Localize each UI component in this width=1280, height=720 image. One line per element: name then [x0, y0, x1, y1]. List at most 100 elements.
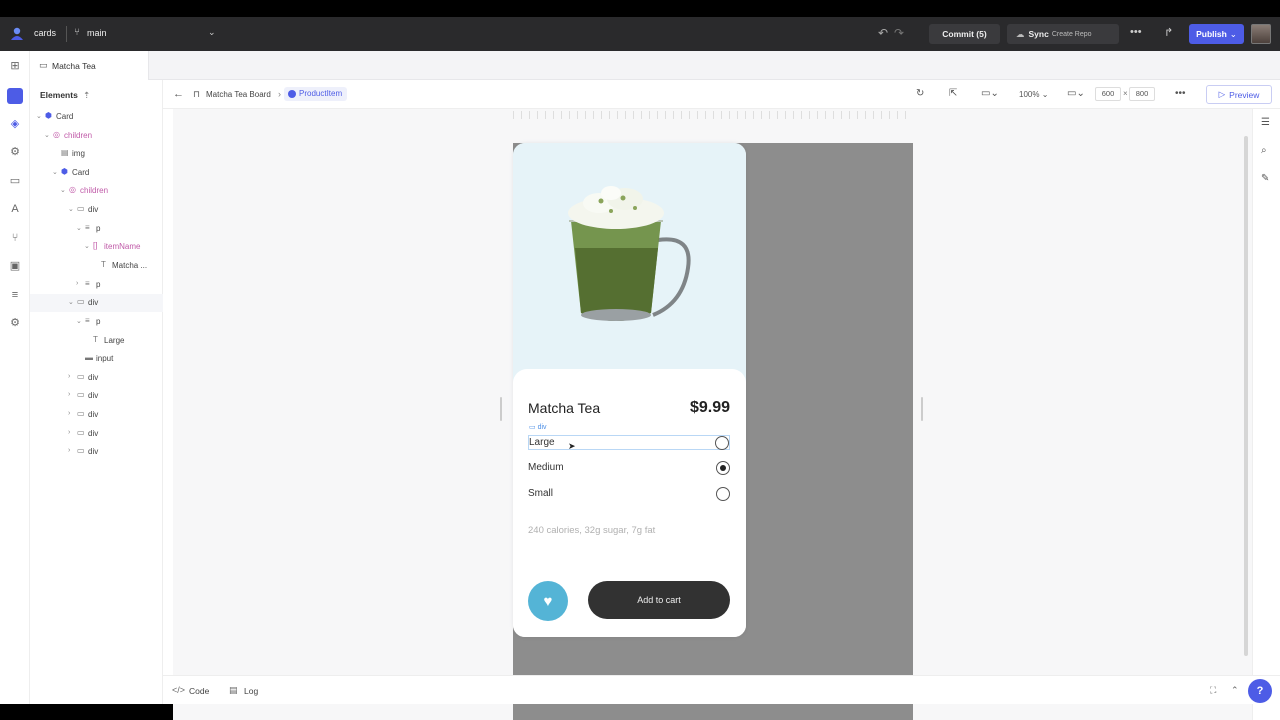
share-icon[interactable]: ↱ [1164, 26, 1173, 39]
height-input[interactable]: 800 [1129, 87, 1155, 101]
chevron-down-icon: ⌄ [1229, 28, 1237, 39]
breadcrumb-board[interactable]: Matcha Tea Board [206, 90, 271, 99]
tree-node-p[interactable]: ⌄ ≡ p [30, 313, 163, 331]
tree-node-div[interactable]: › ▭ div [30, 369, 163, 387]
redo-icon[interactable]: ↷ [894, 26, 904, 40]
sync-button[interactable]: ☁ Sync Create Repo [1007, 24, 1119, 44]
tree-node-card[interactable]: ⌄ ⬢ Card [30, 164, 163, 182]
open-external-icon[interactable]: ⇱ [949, 88, 957, 99]
chevron-down-icon[interactable]: ⌄ [208, 27, 216, 38]
product-image[interactable] [513, 143, 746, 387]
chevron-down-icon[interactable]: ⌄ [68, 298, 74, 306]
terminal-icon[interactable]: ▣ [8, 259, 22, 273]
chevron-down-icon[interactable]: ⌄ [84, 242, 90, 250]
settings-icon[interactable]: ⚙ [8, 316, 22, 330]
size-option-small[interactable]: Small [528, 487, 730, 502]
chevron-down-icon[interactable]: ⌄ [68, 205, 74, 213]
tree-node-card[interactable]: ⌄ ⬢ Card [30, 108, 163, 126]
canvas-scrollbar[interactable] [1244, 136, 1248, 656]
grid-icon[interactable]: ⊞ [8, 59, 22, 73]
tree-node-text[interactable]: T Matcha ... [30, 257, 163, 275]
assets-icon[interactable]: ⚙ [8, 145, 22, 159]
database-icon[interactable]: ≡ [8, 288, 22, 302]
radio-medium[interactable] [716, 461, 730, 475]
chevron-up-icon[interactable]: ⌃ [1231, 685, 1239, 696]
tree-node-p[interactable]: › ≡ p [30, 276, 163, 294]
chevron-right-icon[interactable]: › [68, 410, 70, 417]
tree-node-div[interactable]: › ▭ div [30, 406, 163, 424]
more-icon[interactable]: ••• [1130, 26, 1142, 38]
more-icon[interactable]: ••• [1175, 88, 1186, 99]
size-option-medium[interactable]: Medium [528, 461, 730, 476]
breadcrumb-component[interactable]: ProductItem [284, 87, 348, 101]
image-icon: ▤ [61, 148, 69, 157]
chevron-right-icon[interactable]: › [68, 391, 70, 398]
box-icon: ▭ [77, 204, 85, 213]
project-name[interactable]: cards [34, 28, 56, 38]
tree-node-input[interactable]: ▬ input [30, 350, 163, 368]
preview-button[interactable]: ▷ Preview [1206, 85, 1272, 104]
width-input[interactable]: 600 [1095, 87, 1121, 101]
tree-node-div[interactable]: ⌄ ▭ div [30, 294, 163, 312]
chevron-right-icon[interactable]: › [68, 373, 70, 380]
design-canvas[interactable]: Matcha Tea $9.99 ▭ div Large ➤ Medium Sm… [173, 109, 1252, 720]
branch-name[interactable]: main [87, 28, 107, 38]
code-tab[interactable]: Code [189, 686, 209, 696]
commit-button[interactable]: Commit (5) [929, 24, 1000, 44]
radio-large[interactable] [715, 436, 729, 450]
option-label: Medium [528, 462, 564, 473]
refresh-icon[interactable]: ↻ [916, 88, 924, 99]
tree-node-itemname[interactable]: ⌄ [] itemName [30, 238, 163, 256]
chevron-down-icon[interactable]: ⌄ [52, 168, 58, 176]
tree-node-div[interactable]: ⌄ ▭ div [30, 201, 163, 219]
tree-node-img[interactable]: ▤ img [30, 145, 163, 163]
sliders-icon[interactable]: ☰ [1261, 117, 1270, 128]
chevron-down-icon[interactable]: ⌄ [44, 131, 50, 139]
chevron-down-icon[interactable]: ⌄ [76, 317, 82, 325]
tree-node-div[interactable]: › ▭ div [30, 387, 163, 405]
folder-icon[interactable]: ▭ [8, 174, 22, 188]
chevron-right-icon[interactable]: › [68, 447, 70, 454]
favorite-button[interactable]: ♥ [528, 581, 568, 621]
product-card[interactable]: Matcha Tea $9.99 ▭ div Large ➤ Medium Sm… [513, 143, 746, 637]
sync-sublabel: Create Repo [1051, 30, 1092, 38]
resize-handle-left[interactable] [500, 397, 502, 421]
box-icon: ▭ [77, 428, 85, 437]
layers-icon[interactable]: ◈ [8, 117, 22, 131]
chevron-down-icon[interactable]: ⌄ [76, 224, 82, 232]
radio-small[interactable] [716, 487, 730, 501]
fullscreen-icon[interactable]: ⛶ [1210, 685, 1216, 696]
git-icon[interactable]: ⑂ [8, 231, 22, 245]
inspect-icon[interactable]: ⌕ [1261, 145, 1267, 156]
help-button[interactable]: ? [1248, 679, 1272, 703]
component-icon[interactable] [7, 88, 23, 104]
tree-node-p[interactable]: ⌄ ≡ p [30, 220, 163, 238]
tree-node-children[interactable]: ⌄ ◎ children [30, 182, 163, 200]
chevron-right-icon[interactable]: › [68, 429, 70, 436]
left-rail: ⊞ ◈ ⚙ ▭ A ⑂ ▣ ≡ ⚙ [0, 51, 30, 704]
collapse-icon[interactable]: ⇡ [83, 90, 90, 100]
layout-icon[interactable]: ▭⌄ [981, 88, 999, 99]
device-icon[interactable]: ▭⌄ [1067, 88, 1085, 99]
tree-node-div[interactable]: › ▭ div [30, 443, 163, 461]
tree-node-div[interactable]: › ▭ div [30, 425, 163, 443]
chevron-right-icon[interactable]: › [76, 280, 78, 287]
log-tab[interactable]: Log [244, 686, 258, 696]
publish-button[interactable]: Publish ⌄ [1189, 24, 1244, 44]
typography-icon[interactable]: A [8, 202, 22, 216]
app-logo-icon[interactable] [9, 26, 25, 42]
resize-handle-right[interactable] [921, 397, 923, 421]
size-option-large[interactable]: Large [528, 435, 730, 450]
tree-node-children[interactable]: ⌄ ◎ children [30, 127, 163, 145]
tree-node-text[interactable]: T Large [30, 332, 163, 350]
chevron-down-icon[interactable]: ⌄ [36, 112, 42, 120]
brush-icon[interactable]: ✎ [1261, 173, 1269, 184]
add-to-cart-button[interactable]: Add to cart [588, 581, 730, 619]
avatar[interactable] [1251, 24, 1271, 44]
chevron-down-icon[interactable]: ⌄ [60, 186, 66, 194]
tab-matcha-tea[interactable]: ▭ Matcha Tea [30, 51, 149, 80]
back-arrow-icon[interactable]: ← [173, 88, 184, 100]
undo-icon[interactable]: ↶ [878, 26, 888, 40]
zoom-level[interactable]: 100% ⌄ [1019, 90, 1048, 99]
slot-icon: ◎ [53, 130, 60, 139]
